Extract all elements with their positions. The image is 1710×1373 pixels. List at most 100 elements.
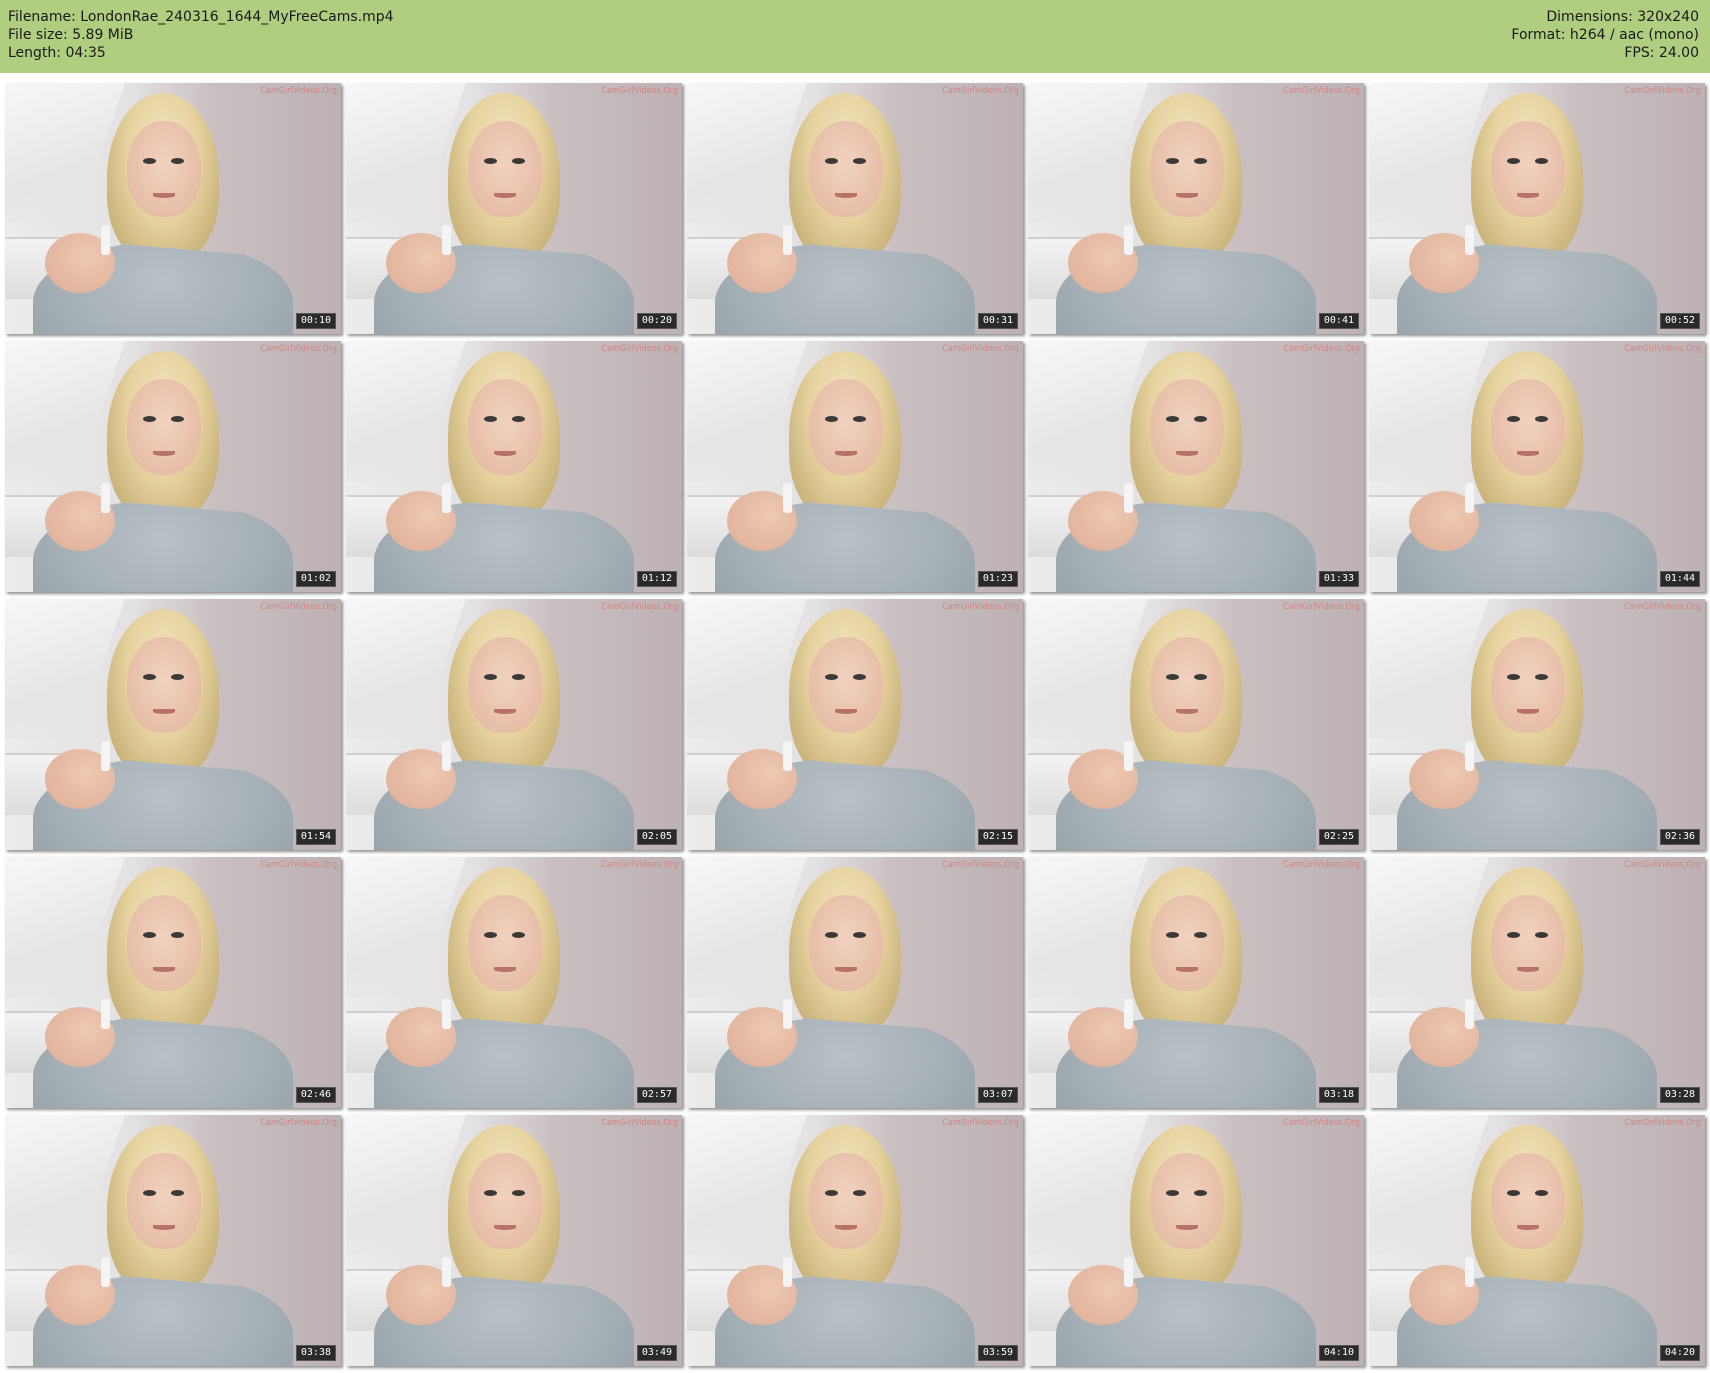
left-eye xyxy=(1166,416,1179,422)
left-eye xyxy=(143,674,156,680)
timestamp-label: 03:18 xyxy=(1318,1087,1359,1103)
face-shape xyxy=(809,637,883,733)
video-thumbnail[interactable]: CamGirlVideos.Org 04:10 xyxy=(1028,1115,1364,1366)
filesize-text: File size: 5.89 MiB xyxy=(8,27,134,43)
left-eye xyxy=(1166,674,1179,680)
length-text: Length: 04:35 xyxy=(8,45,106,61)
video-thumbnail[interactable]: CamGirlVideos.Org 03:49 xyxy=(346,1115,682,1366)
right-eye xyxy=(512,932,525,938)
right-eye xyxy=(171,1190,184,1196)
mouth-shape xyxy=(153,193,175,198)
watermark-text: CamGirlVideos.Org xyxy=(601,602,678,612)
video-thumbnail[interactable]: CamGirlVideos.Org 02:46 xyxy=(5,857,341,1108)
video-thumbnail[interactable]: CamGirlVideos.Org 03:38 xyxy=(5,1115,341,1366)
fps-text: FPS: 24.00 xyxy=(1624,45,1699,61)
left-eye xyxy=(825,158,838,164)
video-thumbnail[interactable]: CamGirlVideos.Org 01:12 xyxy=(346,341,682,592)
watermark-text: CamGirlVideos.Org xyxy=(1283,344,1360,354)
mouth-shape xyxy=(494,709,516,714)
timestamp-label: 01:23 xyxy=(977,571,1018,587)
timestamp-label: 00:31 xyxy=(977,313,1018,329)
mouth-shape xyxy=(1176,967,1198,972)
dimensions-text: Dimensions: 320x240 xyxy=(1546,9,1699,25)
video-thumbnail[interactable]: CamGirlVideos.Org 00:52 xyxy=(1369,83,1705,334)
video-thumbnail[interactable]: CamGirlVideos.Org 02:36 xyxy=(1369,599,1705,850)
left-eye xyxy=(1166,1190,1179,1196)
video-thumbnail[interactable]: CamGirlVideos.Org 02:05 xyxy=(346,599,682,850)
right-eye xyxy=(1194,158,1207,164)
strap-shape xyxy=(1465,1257,1474,1287)
watermark-text: CamGirlVideos.Org xyxy=(1283,602,1360,612)
watermark-text: CamGirlVideos.Org xyxy=(1283,86,1360,96)
timestamp-label: 03:38 xyxy=(295,1345,336,1361)
timestamp-label: 02:36 xyxy=(1659,829,1700,845)
strap-shape xyxy=(101,999,110,1029)
left-eye xyxy=(1166,932,1179,938)
watermark-text: CamGirlVideos.Org xyxy=(1283,860,1360,870)
left-eye xyxy=(825,932,838,938)
timestamp-label: 01:33 xyxy=(1318,571,1359,587)
watermark-text: CamGirlVideos.Org xyxy=(260,86,337,96)
strap-shape xyxy=(1124,1257,1133,1287)
video-thumbnail[interactable]: CamGirlVideos.Org 00:41 xyxy=(1028,83,1364,334)
face-shape xyxy=(468,379,542,475)
right-eye xyxy=(853,1190,866,1196)
strap-shape xyxy=(1465,225,1474,255)
video-thumbnail[interactable]: CamGirlVideos.Org 01:02 xyxy=(5,341,341,592)
strap-shape xyxy=(442,225,451,255)
video-thumbnail[interactable]: CamGirlVideos.Org 00:20 xyxy=(346,83,682,334)
watermark-text: CamGirlVideos.Org xyxy=(601,344,678,354)
watermark-text: CamGirlVideos.Org xyxy=(260,344,337,354)
video-thumbnail[interactable]: CamGirlVideos.Org 01:23 xyxy=(687,341,1023,592)
mouth-shape xyxy=(1517,1225,1539,1230)
face-shape xyxy=(1491,637,1565,733)
watermark-text: CamGirlVideos.Org xyxy=(260,602,337,612)
watermark-text: CamGirlVideos.Org xyxy=(1624,1118,1701,1128)
timestamp-label: 01:54 xyxy=(295,829,336,845)
video-thumbnail[interactable]: CamGirlVideos.Org 03:07 xyxy=(687,857,1023,1108)
strap-shape xyxy=(1124,999,1133,1029)
strap-shape xyxy=(101,1257,110,1287)
face-shape xyxy=(1150,1153,1224,1249)
thumbnail-grid: CamGirlVideos.Org 00:10 CamGirlVideos.Org 0… xyxy=(5,83,1707,1366)
right-eye xyxy=(1535,158,1548,164)
video-thumbnail[interactable]: CamGirlVideos.Org 00:10 xyxy=(5,83,341,334)
left-eye xyxy=(143,1190,156,1196)
face-shape xyxy=(468,121,542,217)
video-thumbnail[interactable]: CamGirlVideos.Org 03:18 xyxy=(1028,857,1364,1108)
timestamp-label: 03:07 xyxy=(977,1087,1018,1103)
face-shape xyxy=(1150,121,1224,217)
mouth-shape xyxy=(1517,193,1539,198)
video-thumbnail[interactable]: CamGirlVideos.Org 03:28 xyxy=(1369,857,1705,1108)
face-shape xyxy=(127,379,201,475)
watermark-text: CamGirlVideos.Org xyxy=(601,1118,678,1128)
video-thumbnail[interactable]: CamGirlVideos.Org 02:25 xyxy=(1028,599,1364,850)
video-thumbnail[interactable]: CamGirlVideos.Org 04:20 xyxy=(1369,1115,1705,1366)
mouth-shape xyxy=(835,967,857,972)
left-eye xyxy=(143,158,156,164)
video-thumbnail[interactable]: CamGirlVideos.Org 01:54 xyxy=(5,599,341,850)
face-shape xyxy=(1491,1153,1565,1249)
video-thumbnail[interactable]: CamGirlVideos.Org 02:57 xyxy=(346,857,682,1108)
mouth-shape xyxy=(153,1225,175,1230)
strap-shape xyxy=(101,741,110,771)
watermark-text: CamGirlVideos.Org xyxy=(1624,86,1701,96)
right-eye xyxy=(171,674,184,680)
video-thumbnail[interactable]: CamGirlVideos.Org 02:15 xyxy=(687,599,1023,850)
timestamp-label: 02:46 xyxy=(295,1087,336,1103)
mouth-shape xyxy=(494,451,516,456)
face-shape xyxy=(809,1153,883,1249)
left-eye xyxy=(484,1190,497,1196)
video-thumbnail[interactable]: CamGirlVideos.Org 01:44 xyxy=(1369,341,1705,592)
face-shape xyxy=(1491,379,1565,475)
strap-shape xyxy=(1124,225,1133,255)
video-thumbnail[interactable]: CamGirlVideos.Org 00:31 xyxy=(687,83,1023,334)
left-eye xyxy=(825,674,838,680)
watermark-text: CamGirlVideos.Org xyxy=(1624,344,1701,354)
mouth-shape xyxy=(1517,709,1539,714)
strap-shape xyxy=(442,741,451,771)
video-thumbnail[interactable]: CamGirlVideos.Org 01:33 xyxy=(1028,341,1364,592)
timestamp-label: 03:59 xyxy=(977,1345,1018,1361)
video-thumbnail[interactable]: CamGirlVideos.Org 03:59 xyxy=(687,1115,1023,1366)
strap-shape xyxy=(442,1257,451,1287)
